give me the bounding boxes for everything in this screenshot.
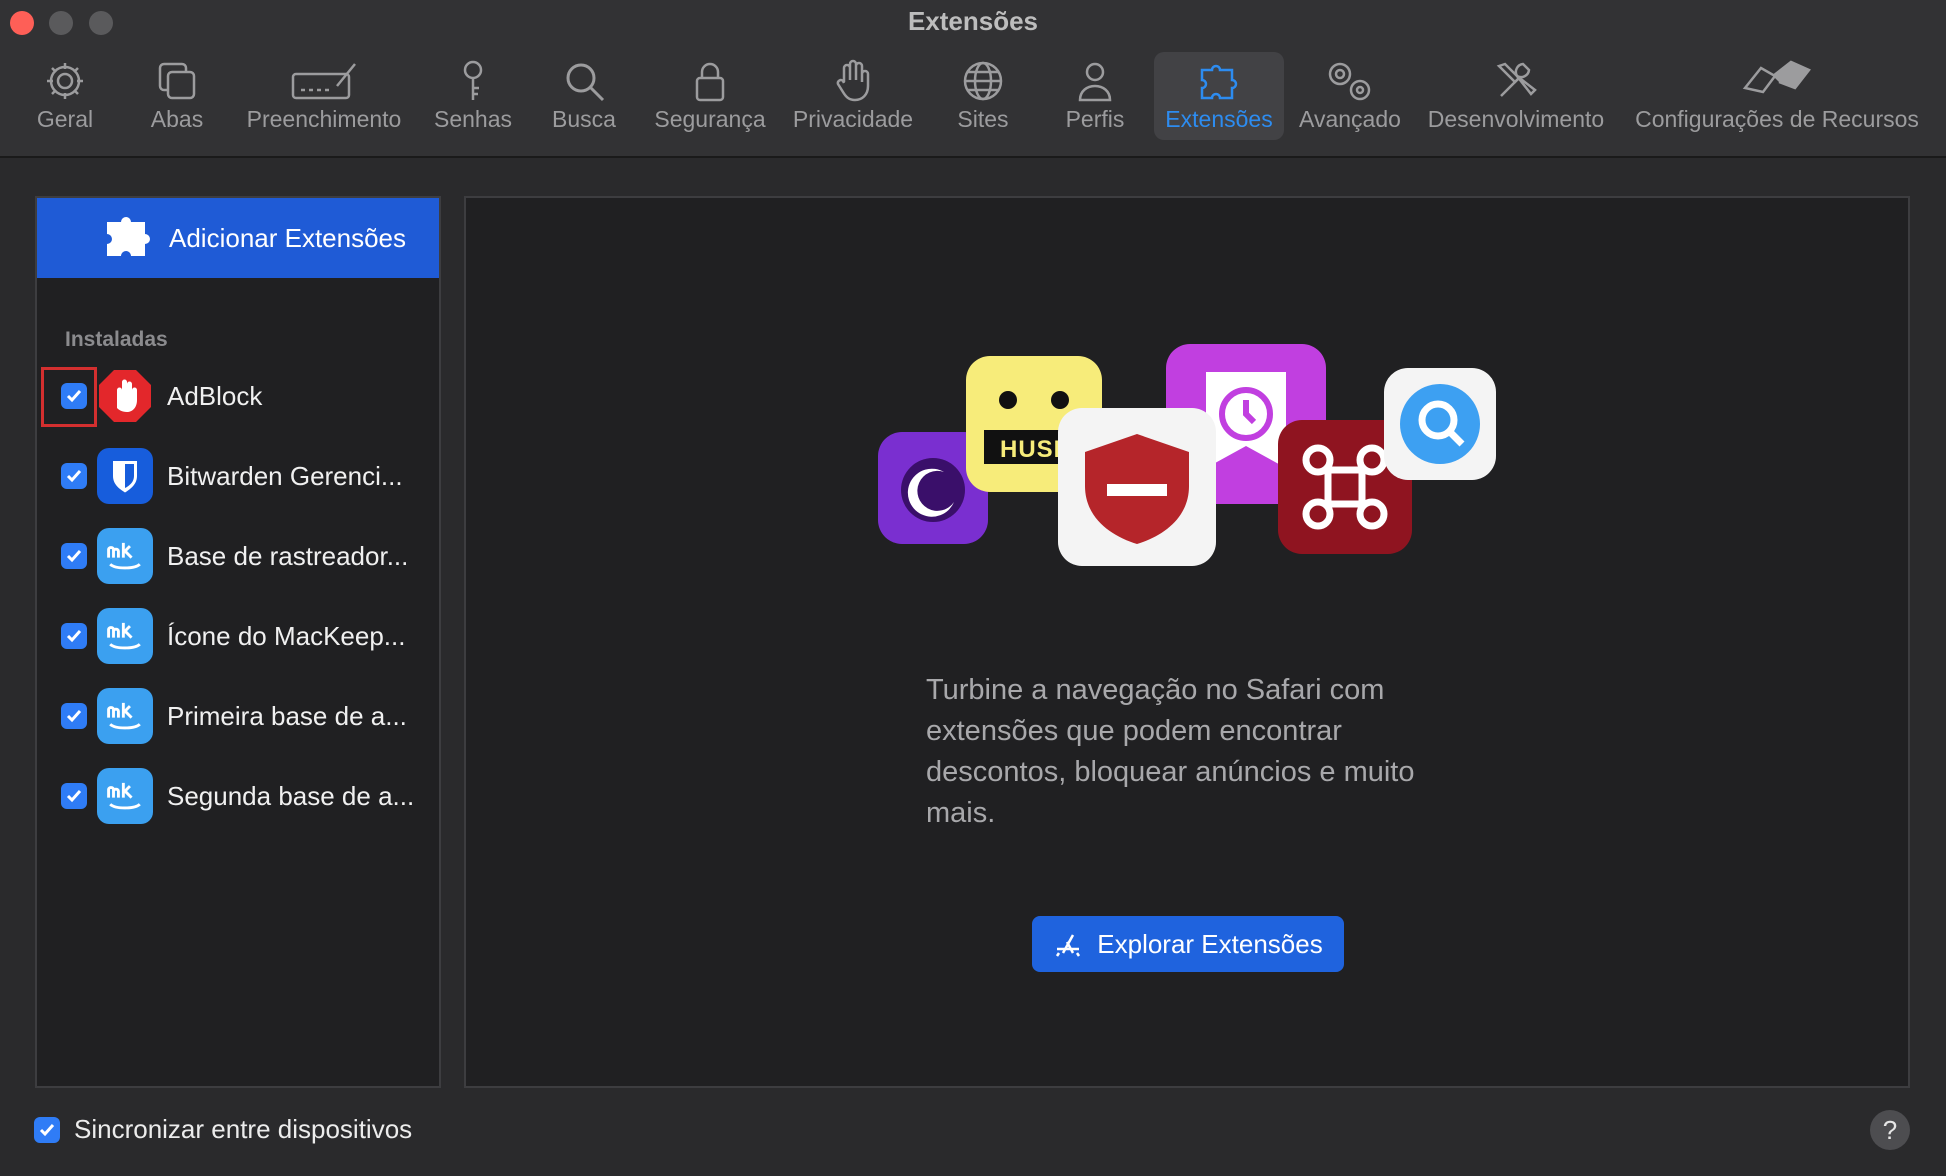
flags-icon: [1742, 60, 1811, 94]
toolbar-label-sites: Sites: [957, 106, 1009, 132]
extension-checkbox[interactable]: [61, 703, 87, 729]
sync-checkbox[interactable]: [34, 1116, 60, 1143]
toolbar-label-develop: Desenvolvimento: [1427, 106, 1605, 132]
search-app-icon: [1384, 368, 1496, 480]
bitwarden-icon: [97, 448, 153, 504]
toolbar-tab-tabs[interactable]: Abas: [143, 52, 211, 140]
explore-extensions-label: Explorar Extensões: [1097, 928, 1323, 959]
help-button[interactable]: ?: [1870, 1110, 1910, 1150]
extension-checkbox[interactable]: [61, 783, 87, 809]
mackeeper-icon: [97, 768, 153, 824]
extension-row-bitwarden[interactable]: Bitwarden Gerenci...: [37, 444, 439, 508]
toolbar-tab-general[interactable]: Geral: [32, 52, 98, 140]
toolbar-label-general: Geral: [36, 106, 94, 132]
extension-row-second-base[interactable]: Segunda base de a...: [37, 764, 439, 828]
person-icon: [1078, 62, 1112, 102]
extension-checkbox[interactable]: [61, 543, 87, 569]
lock-icon: [695, 62, 725, 102]
extension-name: Primeira base de a...: [167, 700, 407, 731]
toolbar-label-passwords: Senhas: [433, 106, 512, 132]
toolbar-tab-sites[interactable]: Sites: [950, 52, 1016, 140]
app-store-icon: [1056, 934, 1081, 957]
toolbar-tab-profiles[interactable]: Perfis: [1058, 52, 1132, 140]
puzzle-icon: [107, 217, 150, 256]
adblock-icon: [97, 368, 153, 424]
sync-devices-row[interactable]: Sincronizar entre dispositivos: [34, 1114, 412, 1145]
extension-name: Ícone do MacKeep...: [167, 620, 406, 651]
toolbar-label-privacy: Privacidade: [792, 106, 914, 132]
puzzle-icon: [1200, 64, 1238, 100]
extensions-detail-panel: HUSH Turbine a navegação no Safari com e…: [464, 196, 1910, 1088]
toolbar-label-advanced: Avançado: [1299, 106, 1401, 132]
toolbar-tab-advanced[interactable]: Avançado: [1298, 52, 1402, 140]
extension-name: Segunda base de a...: [167, 780, 415, 811]
mackeeper-icon: [97, 528, 153, 584]
shield-app-icon: [1058, 408, 1216, 566]
toolbar-tab-privacy[interactable]: Privacidade: [790, 52, 916, 140]
hand-icon: [836, 59, 870, 102]
promo-text: Turbine a navegação no Safari com extens…: [926, 674, 1415, 829]
mackeeper-icon: [97, 688, 153, 744]
toolbar-label-profiles: Perfis: [1065, 106, 1125, 132]
extension-row-trackers-base[interactable]: Base de rastreador...: [37, 524, 439, 588]
key-icon: [463, 60, 483, 100]
search-icon: [566, 63, 605, 102]
selection-highlight-box: [41, 367, 97, 427]
globe-icon: [963, 61, 1003, 101]
extension-name: Base de rastreador...: [167, 540, 409, 571]
toolbar-label-feature-flags: Configurações de Recursos: [1635, 106, 1919, 132]
toolbar-tab-search[interactable]: Busca: [548, 52, 620, 140]
explore-extensions-button[interactable]: Explorar Extensões: [1032, 916, 1344, 972]
extension-checkbox[interactable]: [61, 623, 87, 649]
extensions-sidebar: Adicionar Extensões Instaladas AdBlock B…: [35, 196, 441, 1088]
add-extensions-label: Adicionar Extensões: [169, 222, 407, 253]
toolbar-label-security: Segurança: [654, 106, 766, 132]
gears-icon: [1328, 62, 1371, 101]
mackeeper-icon: [97, 608, 153, 664]
add-extensions-button[interactable]: Adicionar Extensões: [37, 198, 439, 278]
tabs-icon: [158, 62, 196, 100]
toolbar-label-extensions: Extensões: [1165, 106, 1273, 132]
extension-row-mackeeper-icon[interactable]: Ícone do MacKeep...: [37, 604, 439, 668]
toolbar-tab-extensions[interactable]: Extensões: [1154, 52, 1284, 140]
tools-icon: [1496, 62, 1537, 97]
toolbar-tab-develop[interactable]: Desenvolvimento: [1426, 52, 1606, 140]
extension-name: AdBlock: [167, 380, 263, 411]
extension-name: Bitwarden Gerenci...: [167, 460, 403, 491]
toolbar-label-search: Busca: [552, 106, 616, 132]
sync-label: Sincronizar entre dispositivos: [74, 1114, 413, 1144]
toolbar-tab-feature-flags[interactable]: Configurações de Recursos: [1632, 52, 1922, 140]
extension-row-first-base[interactable]: Primeira base de a...: [37, 684, 439, 748]
toolbar-label-tabs: Abas: [150, 106, 204, 132]
autofill-icon: [291, 63, 356, 100]
extension-checkbox[interactable]: [61, 463, 87, 489]
gear-icon: [47, 63, 83, 99]
window-title: Extensões: [907, 6, 1039, 36]
installed-section-label: Instaladas: [65, 328, 168, 351]
toolbar-label-autofill: Preenchimento: [246, 106, 402, 132]
window-titlebar: Extensões Geral Abas Preenchimento Senha…: [0, 0, 1946, 158]
extension-row-adblock[interactable]: AdBlock: [37, 364, 439, 428]
toolbar-tab-autofill[interactable]: Preenchimento: [244, 52, 404, 140]
toolbar-tab-passwords[interactable]: Senhas: [432, 52, 514, 140]
toolbar-tab-security[interactable]: Segurança: [652, 52, 768, 140]
